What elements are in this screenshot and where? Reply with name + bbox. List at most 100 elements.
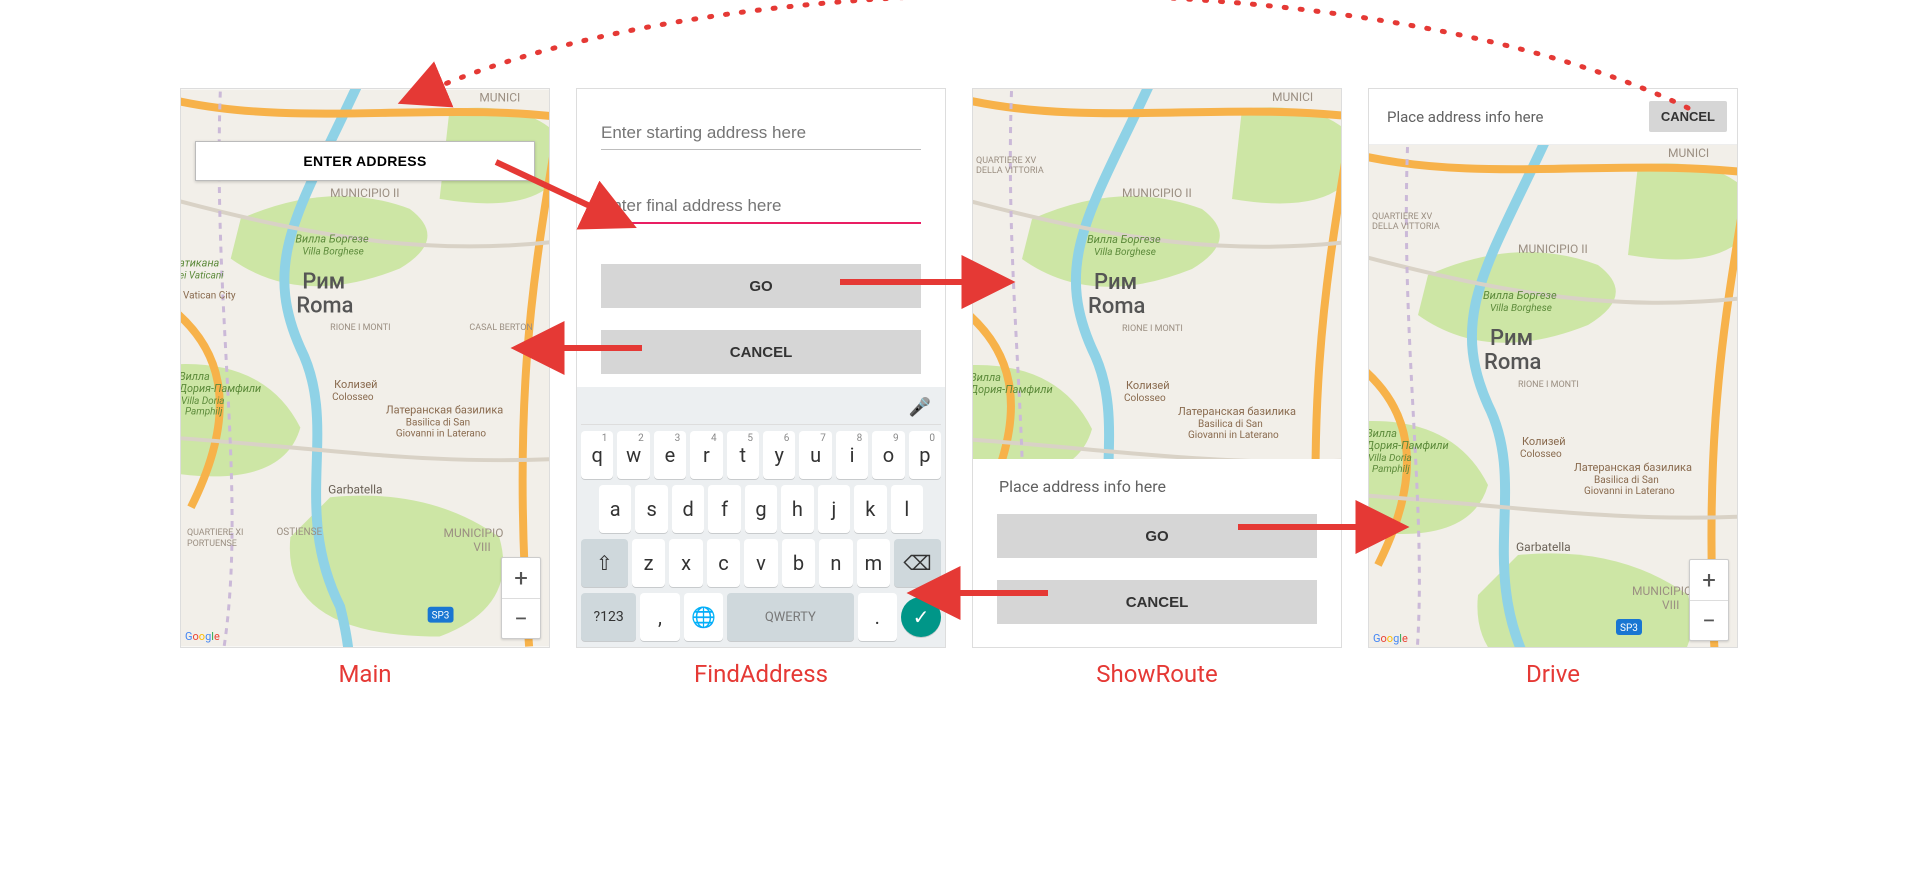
mic-icon[interactable]: 🎤 xyxy=(909,397,931,418)
map-label: QUARTIERE XI xyxy=(187,528,244,538)
key-w[interactable]: 2w xyxy=(617,431,649,479)
map-label: MUNICIPIO II xyxy=(330,186,399,200)
cancel-button[interactable]: CANCEL xyxy=(997,580,1317,624)
svg-text:DELLA VITTORIA: DELLA VITTORIA xyxy=(976,166,1044,176)
key-v[interactable]: v xyxy=(744,539,777,587)
svg-text:Колизей: Колизей xyxy=(1522,435,1566,448)
key-j[interactable]: j xyxy=(818,485,850,533)
key-globe[interactable]: 🌐 xyxy=(684,593,723,641)
svg-text:Колизей: Колизей xyxy=(1126,379,1170,392)
key-symbols[interactable]: ?123 xyxy=(581,593,636,641)
svg-text:Villa Borghese: Villa Borghese xyxy=(1094,247,1156,258)
svg-text:Вилла Боргезе: Вилла Боргезе xyxy=(1483,289,1557,302)
on-screen-keyboard: 🎤 1q2w3e4r5t6y7u8i9o0p asdfghjkl ⇧zxcvbn… xyxy=(577,387,945,647)
key-k[interactable]: k xyxy=(854,485,886,533)
key-h[interactable]: h xyxy=(781,485,813,533)
key-e[interactable]: 3e xyxy=(654,431,686,479)
key-x[interactable]: x xyxy=(669,539,702,587)
svg-text:MUNICI: MUNICI xyxy=(1668,146,1709,160)
map-label: Vatican City xyxy=(183,290,236,301)
map-label: Roma xyxy=(296,293,353,318)
svg-text:Дория-Памфили: Дория-Памфили xyxy=(973,383,1053,396)
key-d[interactable]: d xyxy=(672,485,704,533)
svg-text:MUNICI: MUNICI xyxy=(1272,90,1313,104)
cancel-button[interactable]: CANCEL xyxy=(1649,101,1727,132)
address-info-text: Place address info here xyxy=(997,477,1317,496)
map-attribution: Google xyxy=(185,630,220,643)
screen-label-main: Main xyxy=(180,660,550,688)
key-g[interactable]: g xyxy=(745,485,777,533)
svg-text:MUNICIPIO: MUNICIPIO xyxy=(1632,584,1692,598)
key-m[interactable]: m xyxy=(857,539,890,587)
svg-text:Pamphilj: Pamphilj xyxy=(1372,464,1410,475)
svg-text:QUARTIERE XV: QUARTIERE XV xyxy=(976,156,1037,166)
drive-top-bar: Place address info here CANCEL xyxy=(1369,89,1737,145)
key-shift[interactable]: ⇧ xyxy=(581,539,628,587)
cancel-button[interactable]: CANCEL xyxy=(601,330,921,374)
map-label: VIII xyxy=(473,540,490,554)
svg-text:MUNICIPIO II: MUNICIPIO II xyxy=(1122,186,1192,200)
zoom-in-button[interactable]: + xyxy=(1690,560,1728,600)
map-label: Рим xyxy=(302,269,345,294)
key-c[interactable]: c xyxy=(707,539,740,587)
key-u[interactable]: 7u xyxy=(799,431,831,479)
svg-text:Roma: Roma xyxy=(1088,294,1145,319)
key-o[interactable]: 9o xyxy=(872,431,904,479)
map-label: Giovanni in Laterano xyxy=(396,429,486,440)
screen-label-findaddress: FindAddress xyxy=(576,660,946,688)
map-label: Garbatella xyxy=(328,482,382,496)
key-b[interactable]: b xyxy=(782,539,815,587)
zoom-out-button[interactable]: − xyxy=(1690,600,1728,640)
key-a[interactable]: a xyxy=(599,485,631,533)
map-label: MUNICI xyxy=(479,90,520,104)
svg-text:Рим: Рим xyxy=(1490,326,1533,351)
svg-text:Латеранская базилика: Латеранская базилика xyxy=(1178,405,1296,418)
svg-text:RIONE I MONTI: RIONE I MONTI xyxy=(1518,380,1579,390)
key-p[interactable]: 0p xyxy=(909,431,941,479)
svg-text:Giovanni in Laterano: Giovanni in Laterano xyxy=(1188,430,1279,441)
map-label: Basilica di San xyxy=(406,418,470,429)
key-y[interactable]: 6y xyxy=(763,431,795,479)
svg-text:Giovanni in Laterano: Giovanni in Laterano xyxy=(1584,486,1675,497)
map[interactable]: Рим Roma MUNICIPIO II MUNICI QUARTIERE X… xyxy=(1369,145,1737,648)
zoom-in-button[interactable]: + xyxy=(502,558,540,598)
map-label: атикана xyxy=(181,257,220,270)
svg-text:MUNICIPIO II: MUNICIPIO II xyxy=(1518,242,1588,256)
key-n[interactable]: n xyxy=(819,539,852,587)
map-label: Колизей xyxy=(334,378,377,391)
key-z[interactable]: z xyxy=(632,539,665,587)
final-address-input[interactable] xyxy=(601,190,921,224)
map[interactable]: Рим Roma MUNICIPIO II MUNICI QUARTIERE X… xyxy=(973,89,1341,459)
screen-show-route: Рим Roma MUNICIPIO II MUNICI QUARTIERE X… xyxy=(972,88,1342,648)
enter-address-button[interactable]: ENTER ADDRESS xyxy=(195,141,535,181)
key-t[interactable]: 5t xyxy=(727,431,759,479)
map-label: Pamphilj xyxy=(185,407,223,418)
screen-drive: Place address info here CANCEL Рим Roma … xyxy=(1368,88,1738,648)
key-backspace[interactable]: ⌫ xyxy=(894,539,941,587)
svg-text:RIONE I MONTI: RIONE I MONTI xyxy=(1122,324,1183,334)
screen-main: Рим Roma MUNICIPIO II MUNICI Вилла Борге… xyxy=(180,88,550,648)
key-f[interactable]: f xyxy=(708,485,740,533)
zoom-out-button[interactable]: − xyxy=(502,598,540,638)
screen-label-drive: Drive xyxy=(1368,660,1738,688)
go-button[interactable]: GO xyxy=(997,514,1317,558)
map-label: Villa Doria xyxy=(181,396,225,407)
key-enter[interactable]: ✓ xyxy=(901,597,941,637)
keyboard-suggestion-bar: 🎤 xyxy=(581,391,941,425)
key-r[interactable]: 4r xyxy=(690,431,722,479)
key-i[interactable]: 8i xyxy=(836,431,868,479)
map-label: Colosseo xyxy=(332,392,374,403)
key-comma[interactable]: , xyxy=(640,593,679,641)
key-space[interactable]: QWERTY xyxy=(727,593,853,641)
start-address-input[interactable] xyxy=(601,117,921,150)
key-q[interactable]: 1q xyxy=(581,431,613,479)
key-period[interactable]: . xyxy=(858,593,897,641)
svg-text:Colosseo: Colosseo xyxy=(1124,393,1166,404)
map-label: ei Vaticani xyxy=(181,270,224,281)
map-label: Вилла Боргезе xyxy=(295,233,369,246)
key-l[interactable]: l xyxy=(891,485,923,533)
key-s[interactable]: s xyxy=(635,485,667,533)
map-label: Латеранская базилика xyxy=(386,404,503,417)
svg-text:Villa Borghese: Villa Borghese xyxy=(1490,303,1552,314)
go-button[interactable]: GO xyxy=(601,264,921,308)
